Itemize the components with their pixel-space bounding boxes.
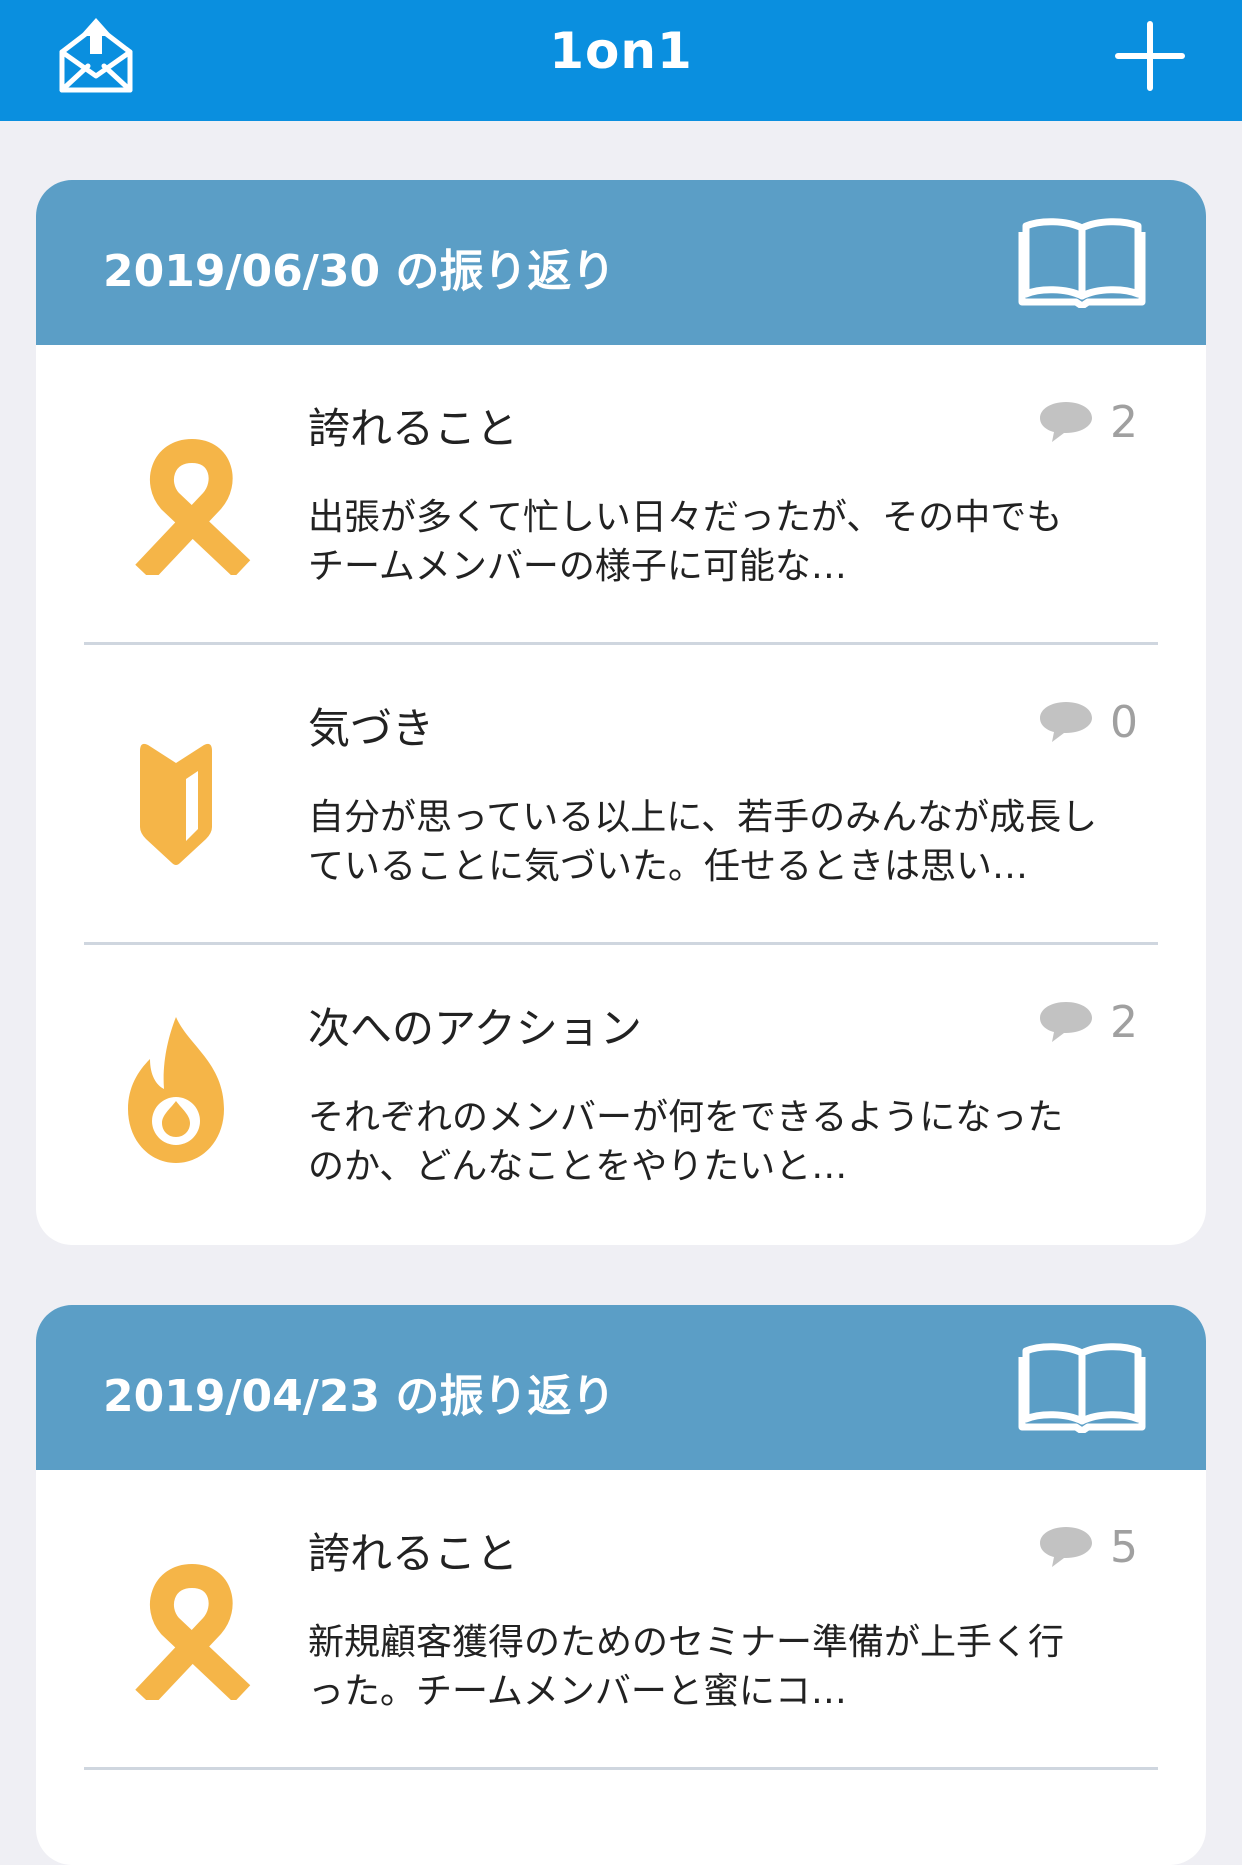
nav-bar: 1on1 [0,0,1242,121]
comment-count: 0 [1110,696,1138,748]
item-description: 新規顧客獲得のためのセミナー準備が上手く行った。チームメンバーと蜜にコ… [308,1622,1065,1712]
ribbon-icon [92,405,262,582]
item-title: 次へのアクション [308,1004,642,1053]
ribbon-icon [92,1530,262,1707]
card-header: 2019/06/30 の振り返り [36,180,1206,345]
review-date-title: 2019/06/30 の振り返り [103,246,616,297]
open-book-icon[interactable] [1018,216,1146,310]
reflection-item[interactable]: 次へのアクション 2 それぞれのメンバーが何をできるようになったのか、どんなこと… [36,945,1206,1245]
flame-icon [92,1005,262,1175]
divider [84,1767,1158,1770]
comment-icon [1040,1002,1092,1042]
comment-count: 2 [1110,396,1138,448]
comment-count-badge: 5 [1038,1521,1138,1573]
item-description: それぞれのメンバーが何をできるようになったのか、どんなことをやりたいと… [308,1097,1064,1187]
reflection-item[interactable]: 誇れること 2 出張が多くて忙しい日々だったが、その中でもチームメンバーの様子に… [36,345,1206,645]
review-card: 2019/06/30 の振り返り 誇れること 2 出張が多くて忙しい日々だったが… [36,180,1206,1245]
plus-icon[interactable] [1114,20,1186,92]
item-title: 気づき [308,704,435,753]
reflection-item[interactable]: 誇れること 5 新規顧客獲得のためのセミナー準備が上手く行った。チームメンバーと… [36,1470,1206,1770]
comment-count: 5 [1110,1521,1138,1573]
review-date-title: 2019/04/23 の振り返り [103,1371,616,1422]
page-title: 1on1 [549,22,693,80]
comment-icon [1040,402,1092,442]
item-title: 誇れること [308,404,519,453]
review-card: 2019/04/23 の振り返り 誇れること 5 新規顧客獲得のためのセミナー準… [36,1305,1206,1865]
comment-count: 2 [1110,996,1138,1048]
comment-icon [1040,702,1092,742]
comment-count-badge: 2 [1038,396,1138,448]
open-book-icon[interactable] [1018,1341,1146,1435]
comment-count-badge: 0 [1038,696,1138,748]
reflection-item[interactable]: 気づき 0 自分が思っている以上に、若手のみんなが成長していることに気づいた。任… [36,645,1206,945]
comment-count-badge: 2 [1038,996,1138,1048]
card-header: 2019/04/23 の振り返り [36,1305,1206,1470]
item-description: 自分が思っている以上に、若手のみんなが成長していることに気づいた。任せるときは思… [308,797,1098,887]
beginner-mark-icon [92,705,262,875]
comment-icon [1040,1527,1092,1567]
item-title: 誇れること [308,1529,519,1578]
item-description: 出張が多くて忙しい日々だったが、その中でもチームメンバーの様子に可能な… [308,497,1063,587]
